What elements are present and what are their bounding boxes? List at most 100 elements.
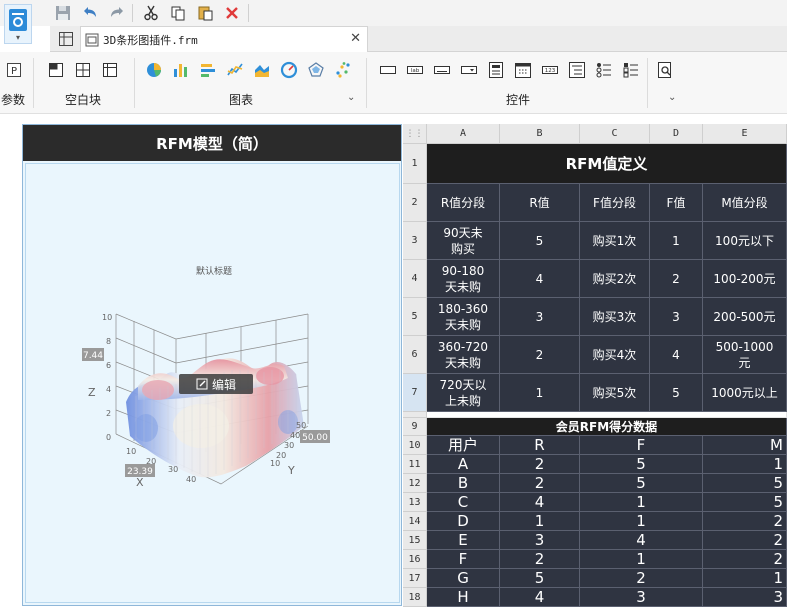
- row-header[interactable]: 13: [403, 493, 427, 512]
- radar-chart-icon[interactable]: [306, 60, 326, 80]
- table-cell[interactable]: 100-200元: [703, 260, 787, 298]
- table-cell[interactable]: 90天未 购买: [427, 222, 500, 260]
- app-menu-button[interactable]: ▾: [4, 4, 32, 44]
- row-header[interactable]: 3: [403, 222, 427, 260]
- multi-select-widget-icon[interactable]: [486, 60, 506, 80]
- table-cell[interactable]: C: [427, 493, 500, 512]
- column-header[interactable]: E: [703, 124, 787, 144]
- copy-icon[interactable]: [167, 2, 189, 24]
- label-widget-icon[interactable]: lab: [405, 60, 425, 80]
- table-cell[interactable]: 2: [500, 550, 580, 569]
- table-header-cell[interactable]: M值分段: [703, 184, 787, 222]
- grid-icon[interactable]: [58, 31, 74, 50]
- query-widget-icon[interactable]: [655, 60, 675, 80]
- report-sheet[interactable]: ⋮⋮ A B C D E 1 2 3 4 5 6 7 8 9 10 11 12 …: [403, 124, 787, 607]
- table-header-cell[interactable]: 用户: [427, 436, 500, 455]
- chevron-down-icon[interactable]: ⌄: [668, 92, 676, 103]
- table-cell[interactable]: 1: [500, 374, 580, 412]
- table-cell[interactable]: 3: [500, 531, 580, 550]
- row-header[interactable]: 12: [403, 474, 427, 493]
- table-cell[interactable]: 180-360 天未购: [427, 298, 500, 336]
- table-cell[interactable]: 2: [580, 569, 703, 588]
- table-header-cell[interactable]: R: [500, 436, 580, 455]
- line-chart-icon[interactable]: [225, 60, 245, 80]
- table-cell[interactable]: B: [427, 474, 500, 493]
- table-cell[interactable]: 1: [580, 493, 703, 512]
- table-cell[interactable]: 2: [500, 474, 580, 493]
- row-header[interactable]: 2: [403, 184, 427, 222]
- save-icon[interactable]: [52, 2, 74, 24]
- table-header-cell[interactable]: F值分段: [580, 184, 650, 222]
- table-cell[interactable]: 5: [650, 374, 703, 412]
- table-cell[interactable]: 1: [580, 550, 703, 569]
- row-header[interactable]: 10: [403, 436, 427, 455]
- table-cell[interactable]: 购买4次: [580, 336, 650, 374]
- table-cell[interactable]: 1: [580, 512, 703, 531]
- button-widget-icon[interactable]: [378, 60, 398, 80]
- table-cell[interactable]: 4: [500, 588, 580, 607]
- row-header[interactable]: 17: [403, 569, 427, 588]
- chevron-down-icon[interactable]: ⌄: [347, 92, 355, 103]
- table-cell[interactable]: 2: [703, 512, 787, 531]
- tab-block-icon[interactable]: [73, 60, 93, 80]
- parameter-icon[interactable]: P: [4, 60, 24, 80]
- area-chart-icon[interactable]: [252, 60, 272, 80]
- pie-chart-icon[interactable]: [144, 60, 164, 80]
- table-cell[interactable]: 2: [500, 336, 580, 374]
- table-header-cell[interactable]: R值: [500, 184, 580, 222]
- table-cell[interactable]: 购买5次: [580, 374, 650, 412]
- column-header[interactable]: B: [500, 124, 580, 144]
- row-header[interactable]: 5: [403, 298, 427, 336]
- date-widget-icon[interactable]: [513, 60, 533, 80]
- table-cell[interactable]: 200-500元: [703, 298, 787, 336]
- table-title[interactable]: 会员RFM得分数据: [427, 418, 787, 436]
- table-header-cell[interactable]: F: [580, 436, 703, 455]
- row-header[interactable]: 1: [403, 144, 427, 184]
- bar-chart-icon[interactable]: [171, 60, 191, 80]
- scatter-chart-icon[interactable]: [333, 60, 353, 80]
- table-cell[interactable]: 4: [500, 493, 580, 512]
- paste-icon[interactable]: [194, 2, 216, 24]
- table-cell[interactable]: 1: [703, 569, 787, 588]
- table-cell[interactable]: E: [427, 531, 500, 550]
- table-cell[interactable]: 360-720 天未购: [427, 336, 500, 374]
- radio-group-widget-icon[interactable]: [594, 60, 614, 80]
- row-header[interactable]: 18: [403, 588, 427, 607]
- table-cell[interactable]: 100元以下: [703, 222, 787, 260]
- row-header[interactable]: 15: [403, 531, 427, 550]
- absolute-block-icon[interactable]: [46, 60, 66, 80]
- checkbox-group-widget-icon[interactable]: [621, 60, 641, 80]
- chart-widget[interactable]: 默认标题 10 8 6 4 2 0 10 20 30 40 10 20 30 4…: [25, 163, 400, 603]
- tree-widget-icon[interactable]: [567, 60, 587, 80]
- redo-icon[interactable]: [106, 2, 128, 24]
- column-header[interactable]: D: [650, 124, 703, 144]
- table-cell[interactable]: 5: [500, 569, 580, 588]
- table-header-cell[interactable]: R值分段: [427, 184, 500, 222]
- table-cell[interactable]: 2: [703, 550, 787, 569]
- table-cell[interactable]: 500-1000 元: [703, 336, 787, 374]
- table-cell[interactable]: 2: [500, 455, 580, 474]
- row-header[interactable]: 4: [403, 260, 427, 298]
- table-cell[interactable]: 2: [703, 531, 787, 550]
- table-cell[interactable]: D: [427, 512, 500, 531]
- table-cell[interactable]: 3: [703, 588, 787, 607]
- table-cell[interactable]: H: [427, 588, 500, 607]
- table-cell[interactable]: 5: [580, 474, 703, 493]
- table-cell[interactable]: 5: [580, 455, 703, 474]
- table-cell[interactable]: 720天以 上未购: [427, 374, 500, 412]
- table-cell[interactable]: 5: [703, 474, 787, 493]
- column-header[interactable]: C: [580, 124, 650, 144]
- table-cell[interactable]: 2: [650, 260, 703, 298]
- row-header[interactable]: 6: [403, 336, 427, 374]
- table-cell[interactable]: 1000元以上: [703, 374, 787, 412]
- column-header[interactable]: A: [427, 124, 500, 144]
- number-widget-icon[interactable]: 123: [540, 60, 560, 80]
- table-cell[interactable]: 4: [500, 260, 580, 298]
- table-cell[interactable]: 1: [703, 455, 787, 474]
- chart-panel[interactable]: RFM模型（简） 默认标题 10 8 6 4 2 0 10 20 30 40 1…: [22, 124, 402, 606]
- table-cell[interactable]: 90-180 天未购: [427, 260, 500, 298]
- gauge-chart-icon[interactable]: [279, 60, 299, 80]
- table-cell[interactable]: 1: [500, 512, 580, 531]
- table-cell[interactable]: G: [427, 569, 500, 588]
- row-header[interactable]: 11: [403, 455, 427, 474]
